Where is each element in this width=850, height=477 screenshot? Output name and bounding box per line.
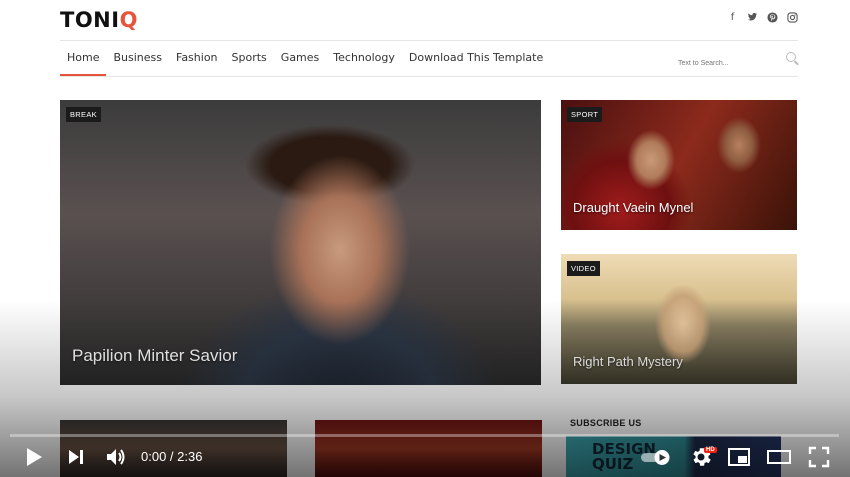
nav-divider <box>60 76 798 77</box>
twitter-icon[interactable] <box>747 12 758 23</box>
post-tag[interactable]: VIDEO <box>567 261 600 276</box>
time-display: 0:00 / 2:36 <box>141 449 203 464</box>
progress-bar[interactable] <box>10 434 839 437</box>
nav-item-home[interactable]: Home <box>60 41 107 76</box>
subscribe-heading: SUBSCRIBE US <box>570 418 642 428</box>
site-logo[interactable]: TONIQ <box>60 8 138 32</box>
search-box <box>678 52 798 67</box>
instagram-icon[interactable] <box>787 12 798 23</box>
post-title[interactable]: Papilion Minter Savior <box>72 346 237 366</box>
nav-item-games[interactable]: Games <box>274 41 326 76</box>
pinterest-icon[interactable] <box>767 12 778 23</box>
nav-item-download-template[interactable]: Download This Template <box>402 41 550 76</box>
featured-post[interactable]: BREAK Papilion Minter Savior <box>60 100 541 385</box>
social-links: f <box>727 12 798 23</box>
search-icon[interactable] <box>786 52 796 62</box>
play-button[interactable] <box>24 445 44 469</box>
hd-badge: HD <box>704 447 717 453</box>
nav-item-fashion[interactable]: Fashion <box>169 41 225 76</box>
player-controls: 0:00 / 2:36 <box>0 441 850 473</box>
post-tag[interactable]: BREAK <box>66 107 101 122</box>
nav-item-business[interactable]: Business <box>106 41 169 76</box>
side-post[interactable]: SPORT Draught Vaein Mynel <box>561 100 797 230</box>
theater-mode-icon[interactable] <box>767 445 791 469</box>
logo-accent: Q <box>119 8 138 32</box>
search-input[interactable] <box>678 60 774 67</box>
volume-button[interactable] <box>104 445 128 469</box>
nav-item-technology[interactable]: Technology <box>326 41 402 76</box>
logo-text: TONI <box>60 8 120 32</box>
page: TONIQ f Home Business Fashion Sports Gam… <box>0 0 850 477</box>
autoplay-toggle[interactable] <box>640 445 676 469</box>
fullscreen-icon[interactable] <box>807 445 831 469</box>
nav-item-sports[interactable]: Sports <box>225 41 274 76</box>
post-tag[interactable]: SPORT <box>567 107 603 122</box>
next-button[interactable] <box>66 445 86 469</box>
post-title[interactable]: Right Path Mystery <box>573 354 683 369</box>
facebook-icon[interactable]: f <box>727 12 738 23</box>
post-title[interactable]: Draught Vaein Mynel <box>573 200 693 215</box>
main-nav: Home Business Fashion Sports Games Techn… <box>60 41 550 76</box>
side-post[interactable]: VIDEO Right Path Mystery <box>561 254 797 384</box>
miniplayer-icon[interactable] <box>727 445 751 469</box>
